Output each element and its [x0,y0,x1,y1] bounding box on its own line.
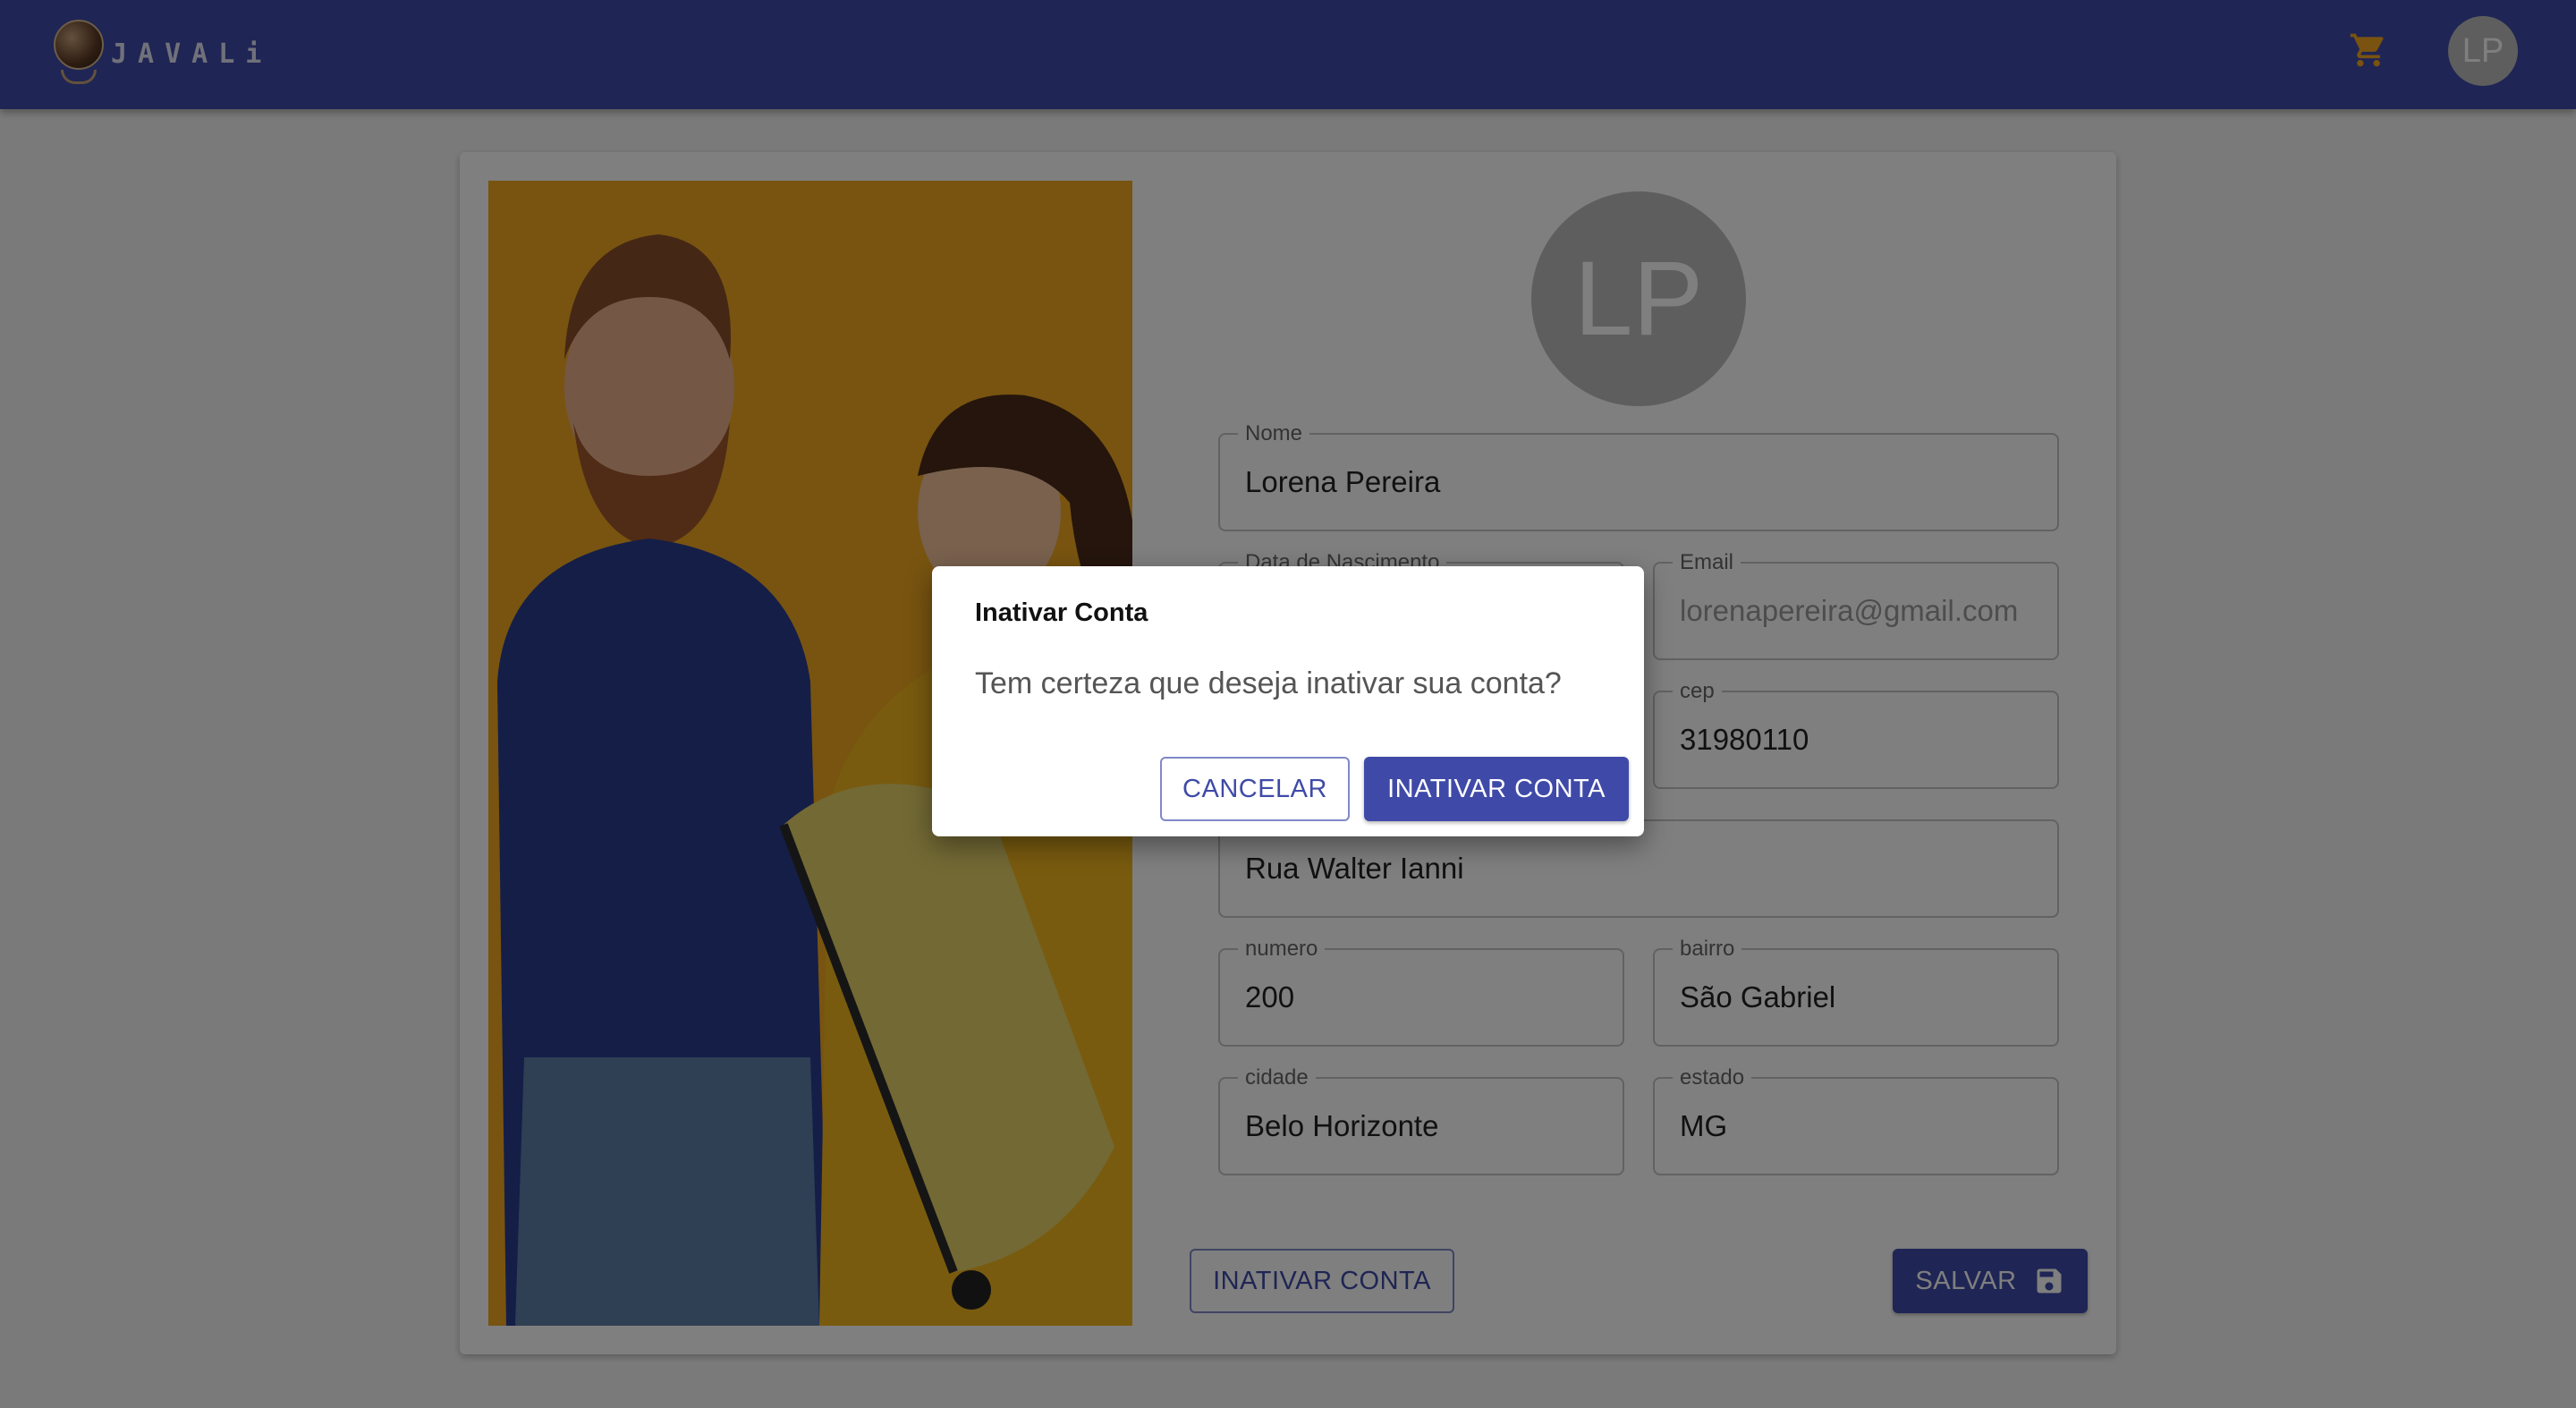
dialog-confirm-inativar-button[interactable]: INATIVAR CONTA [1364,757,1629,821]
dialog-title: Inativar Conta [975,598,1148,627]
inactivate-account-dialog: Inativar Conta Tem certeza que deseja in… [932,566,1644,836]
dialog-message: Tem certeza que deseja inativar sua cont… [975,666,1562,700]
dialog-cancel-button[interactable]: CANCELAR [1160,757,1350,821]
